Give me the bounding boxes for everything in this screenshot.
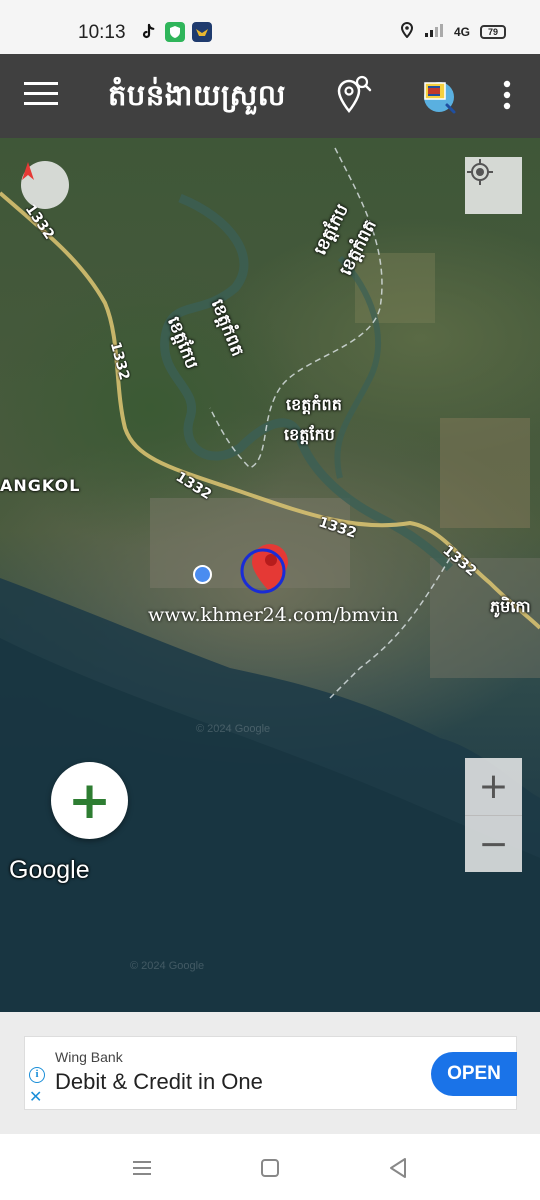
map-copyright: © 2024 Google — [196, 723, 271, 735]
map-search-icon[interactable] — [328, 72, 374, 118]
more-vertical-icon[interactable] — [484, 72, 530, 118]
page-title: តំបន់ងាយស្រួល — [108, 78, 286, 112]
place-label: ភូមិកោ — [490, 597, 531, 616]
ad-area: i ✕ Wing Bank Debit & Credit in One OPEN — [0, 1012, 540, 1134]
home-icon[interactable] — [256, 1154, 284, 1182]
system-nav-bar — [0, 1134, 540, 1200]
zoom-controls: + − — [465, 758, 522, 872]
signal-icon — [424, 23, 444, 40]
zoom-out-button[interactable]: − — [465, 816, 522, 873]
bird-app-icon — [192, 22, 212, 42]
compass-icon[interactable] — [21, 161, 69, 209]
battery-icon: 79 — [480, 24, 506, 39]
ad-open-button[interactable]: OPEN — [431, 1052, 517, 1096]
zoom-in-button[interactable]: + — [465, 758, 522, 815]
back-icon[interactable] — [384, 1154, 412, 1182]
ad-brand: Wing Bank — [55, 1049, 123, 1065]
menu-icon[interactable] — [24, 82, 58, 108]
place-label: ខេត្តកែប — [284, 425, 335, 444]
network-type: 4G — [453, 24, 470, 39]
locate-me-icon[interactable] — [465, 157, 522, 214]
info-icon[interactable]: i — [29, 1067, 45, 1083]
app-bar: តំបន់ងាយស្រួល — [0, 54, 540, 138]
add-listing-button[interactable]: + — [51, 762, 128, 839]
ad-banner[interactable]: i ✕ Wing Bank Debit & Credit in One OPEN — [24, 1036, 517, 1110]
tiktok-icon — [138, 22, 158, 42]
place-label: ANGKOL — [0, 476, 81, 495]
satellite-map[interactable]: 1332 1332 1332 1332 1332 ខេត្តកែប ខេត្តក… — [0, 138, 540, 1012]
close-icon[interactable]: ✕ — [29, 1087, 42, 1107]
ad-headline: Debit & Credit in One — [55, 1069, 263, 1094]
khmer-flag-search-icon[interactable] — [414, 72, 460, 118]
status-indicators: 4G 79 — [400, 21, 506, 41]
my-location-dot — [193, 565, 212, 584]
google-logo: Google — [9, 856, 90, 884]
watermark-text: www.khmer24.com/bmvin — [148, 604, 399, 626]
place-label: ខេត្តកំពត — [286, 395, 342, 414]
recent-apps-icon[interactable] — [128, 1154, 156, 1182]
shield-icon — [165, 22, 185, 42]
status-time: 10:13 — [78, 22, 126, 43]
map-copyright: © 2024 Google — [130, 960, 205, 972]
location-icon — [400, 21, 414, 41]
status-bar: 10:13 4G 79 — [0, 0, 540, 54]
